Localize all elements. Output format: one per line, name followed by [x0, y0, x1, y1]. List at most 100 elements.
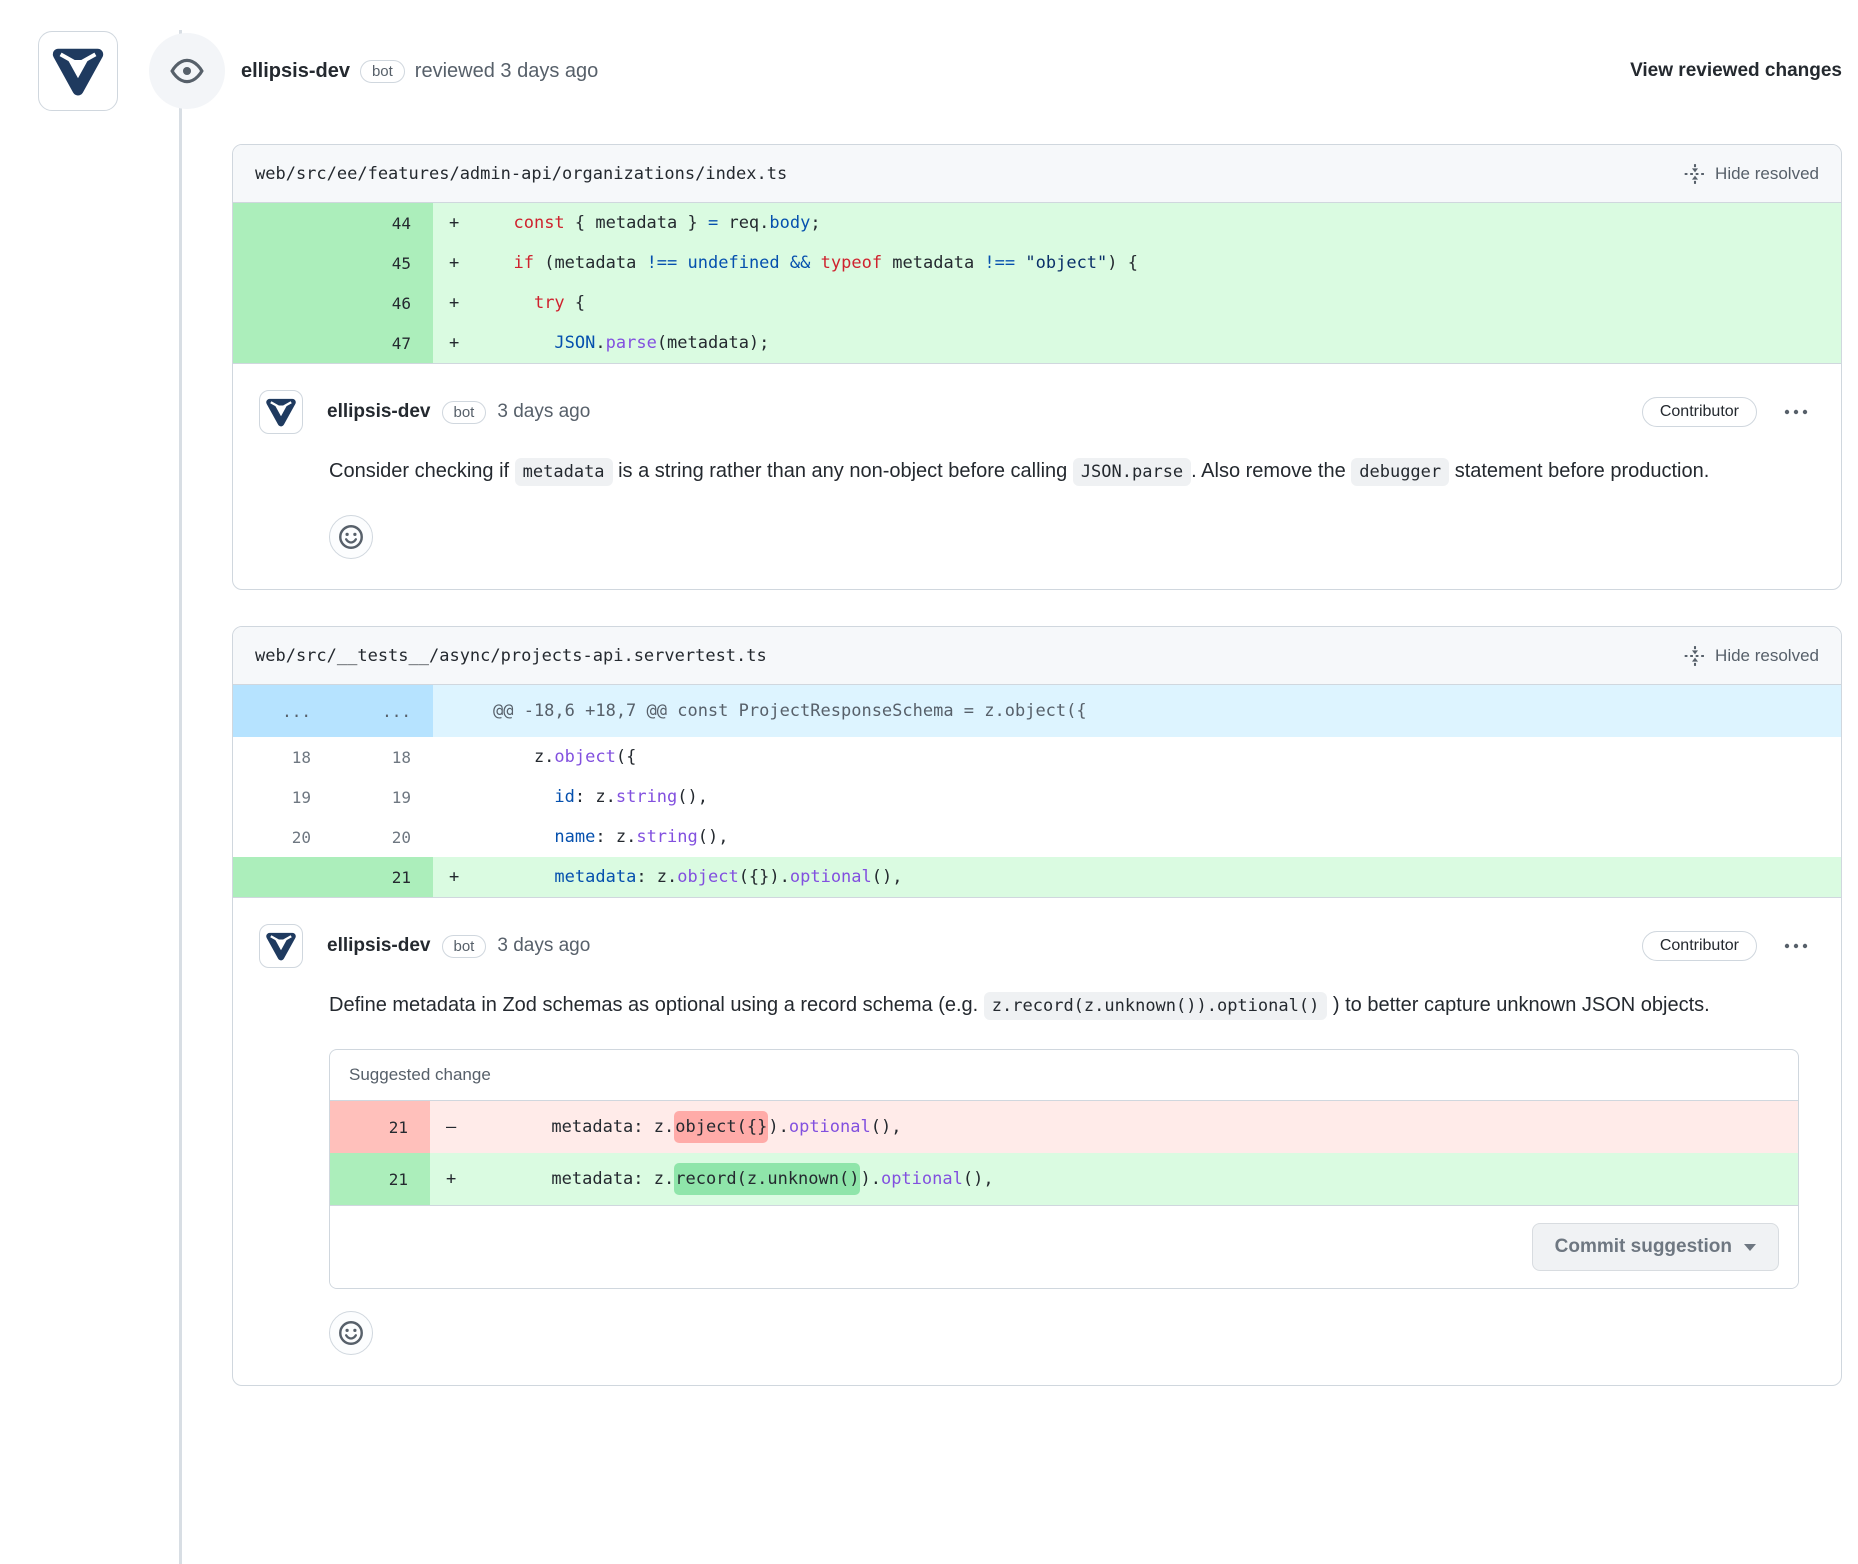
- ellipsis-dev-logo-icon: [49, 42, 107, 100]
- diff-sign: +: [430, 1169, 476, 1189]
- file-path-link[interactable]: web/src/ee/features/admin-api/organizati…: [255, 164, 787, 184]
- code-token: (),: [871, 1117, 902, 1137]
- code-token: optional: [881, 1169, 963, 1189]
- hide-resolved-button[interactable]: Hide resolved: [1684, 163, 1819, 185]
- smiley-icon: [338, 1320, 364, 1346]
- comment-author[interactable]: ellipsis-dev: [327, 401, 431, 423]
- code-token: optional: [790, 867, 872, 887]
- code-token: z.: [493, 747, 554, 767]
- review-thread-card: web/src/__tests__/async/projects-api.ser…: [232, 626, 1842, 1386]
- code-token: [493, 293, 534, 313]
- line-number: ...: [233, 685, 333, 737]
- commit-suggestion-button[interactable]: Commit suggestion: [1532, 1223, 1779, 1271]
- code-token: ;: [810, 213, 820, 233]
- hide-resolved-button[interactable]: Hide resolved: [1684, 645, 1819, 667]
- code-token: req.: [718, 213, 769, 233]
- line-number: 19: [233, 777, 333, 817]
- code-token: [493, 867, 554, 887]
- code-token: undefined: [688, 253, 780, 273]
- code-token: object: [554, 747, 615, 767]
- code-line: metadata: z.object({}).optional(),: [476, 1117, 1798, 1137]
- line-number: 47: [233, 323, 433, 363]
- review-header: ellipsis-dev bot reviewed 3 days ago Vie…: [0, 30, 1858, 112]
- code-token: (),: [698, 827, 729, 847]
- code-token: try: [534, 293, 565, 313]
- review-author[interactable]: ellipsis-dev: [241, 60, 350, 83]
- code-token: [493, 253, 513, 273]
- review-comment: ellipsis-dev bot 3 days ago Contributor …: [233, 363, 1841, 589]
- avatar[interactable]: [38, 31, 118, 111]
- comment-timestamp[interactable]: 3 days ago: [497, 401, 590, 423]
- kebab-menu-button[interactable]: [1783, 407, 1809, 417]
- line-number: 21: [330, 1101, 430, 1153]
- code-token: if: [513, 253, 533, 273]
- ellipsis-dev-logo-icon: [264, 929, 298, 963]
- code-token: &&: [790, 253, 810, 273]
- diff-line: 21+ metadata: z.object({}).optional(),: [233, 857, 1841, 897]
- code-token: {: [565, 293, 585, 313]
- line-number: 21: [333, 857, 433, 897]
- file-path-link[interactable]: web/src/__tests__/async/projects-api.ser…: [255, 646, 767, 666]
- code-token: body: [769, 213, 810, 233]
- code-token: (),: [963, 1169, 994, 1189]
- code-token: const: [513, 213, 564, 233]
- suggestion-footer: Commit suggestion: [330, 1205, 1798, 1288]
- comment-timestamp[interactable]: 3 days ago: [497, 935, 590, 957]
- reaction-row: [329, 1311, 1815, 1355]
- fold-icon: [1684, 645, 1706, 667]
- add-reaction-button[interactable]: [329, 515, 373, 559]
- code-line: const { metadata } = req.body;: [479, 213, 1841, 233]
- code-token: [493, 787, 554, 807]
- inline-code: JSON.parse: [1073, 458, 1191, 486]
- inline-code: metadata: [515, 458, 613, 486]
- code-token: id: [554, 787, 574, 807]
- code-token: metadata: [882, 253, 984, 273]
- code-token: parse: [606, 333, 657, 353]
- code-token: (metadata: [534, 253, 647, 273]
- code-token: optional: [789, 1117, 871, 1137]
- code-token: record(z.unknown(): [674, 1163, 860, 1195]
- code-token: ({: [616, 747, 636, 767]
- code-line: if (metadata !== undefined && typeof met…: [479, 253, 1841, 273]
- ellipsis-dev-logo-icon: [264, 395, 298, 429]
- code-token: =: [708, 213, 718, 233]
- avatar[interactable]: [259, 390, 303, 434]
- code-token: metadata: z.: [490, 1169, 674, 1189]
- eye-icon: [170, 54, 204, 88]
- code-token: metadata: [554, 867, 636, 887]
- line-number: ...: [333, 685, 433, 737]
- code-token: [677, 253, 687, 273]
- code-token: [780, 253, 790, 273]
- code-token: [1015, 253, 1025, 273]
- code-token: (),: [677, 787, 708, 807]
- code-token: : z.: [595, 827, 636, 847]
- code-line: @@ -18,6 +18,7 @@ const ProjectResponseS…: [479, 701, 1841, 721]
- contributor-badge: Contributor: [1642, 931, 1757, 961]
- view-reviewed-changes-link[interactable]: View reviewed changes: [1630, 60, 1842, 82]
- diff-sign: +: [433, 253, 479, 273]
- code-token: { metadata }: [565, 213, 708, 233]
- file-header: web/src/__tests__/async/projects-api.ser…: [233, 627, 1841, 685]
- code-line: JSON.parse(metadata);: [479, 333, 1841, 353]
- line-number: 20: [333, 817, 433, 857]
- kebab-menu-button[interactable]: [1783, 941, 1809, 951]
- avatar[interactable]: [259, 924, 303, 968]
- reaction-row: [329, 515, 1815, 559]
- suggested-change-title: Suggested change: [330, 1050, 1798, 1101]
- code-token: typeof: [821, 253, 882, 273]
- line-number: 44: [233, 203, 433, 243]
- dropdown-caret-icon: [1744, 1244, 1756, 1251]
- line-number: 20: [233, 817, 333, 857]
- comment-meta: ellipsis-dev bot 3 days ago: [327, 935, 590, 958]
- bot-badge: bot: [360, 60, 405, 83]
- diff-sign: –: [430, 1117, 476, 1137]
- code-token: [493, 213, 513, 233]
- diff-line: 45+ if (metadata !== undefined && typeof…: [233, 243, 1841, 283]
- comment-author[interactable]: ellipsis-dev: [327, 935, 431, 957]
- code-token: (),: [872, 867, 903, 887]
- code-token: : z.: [636, 867, 677, 887]
- add-reaction-button[interactable]: [329, 1311, 373, 1355]
- line-number: 46: [233, 283, 433, 323]
- diff-sign: +: [433, 293, 479, 313]
- bot-badge: bot: [442, 935, 487, 958]
